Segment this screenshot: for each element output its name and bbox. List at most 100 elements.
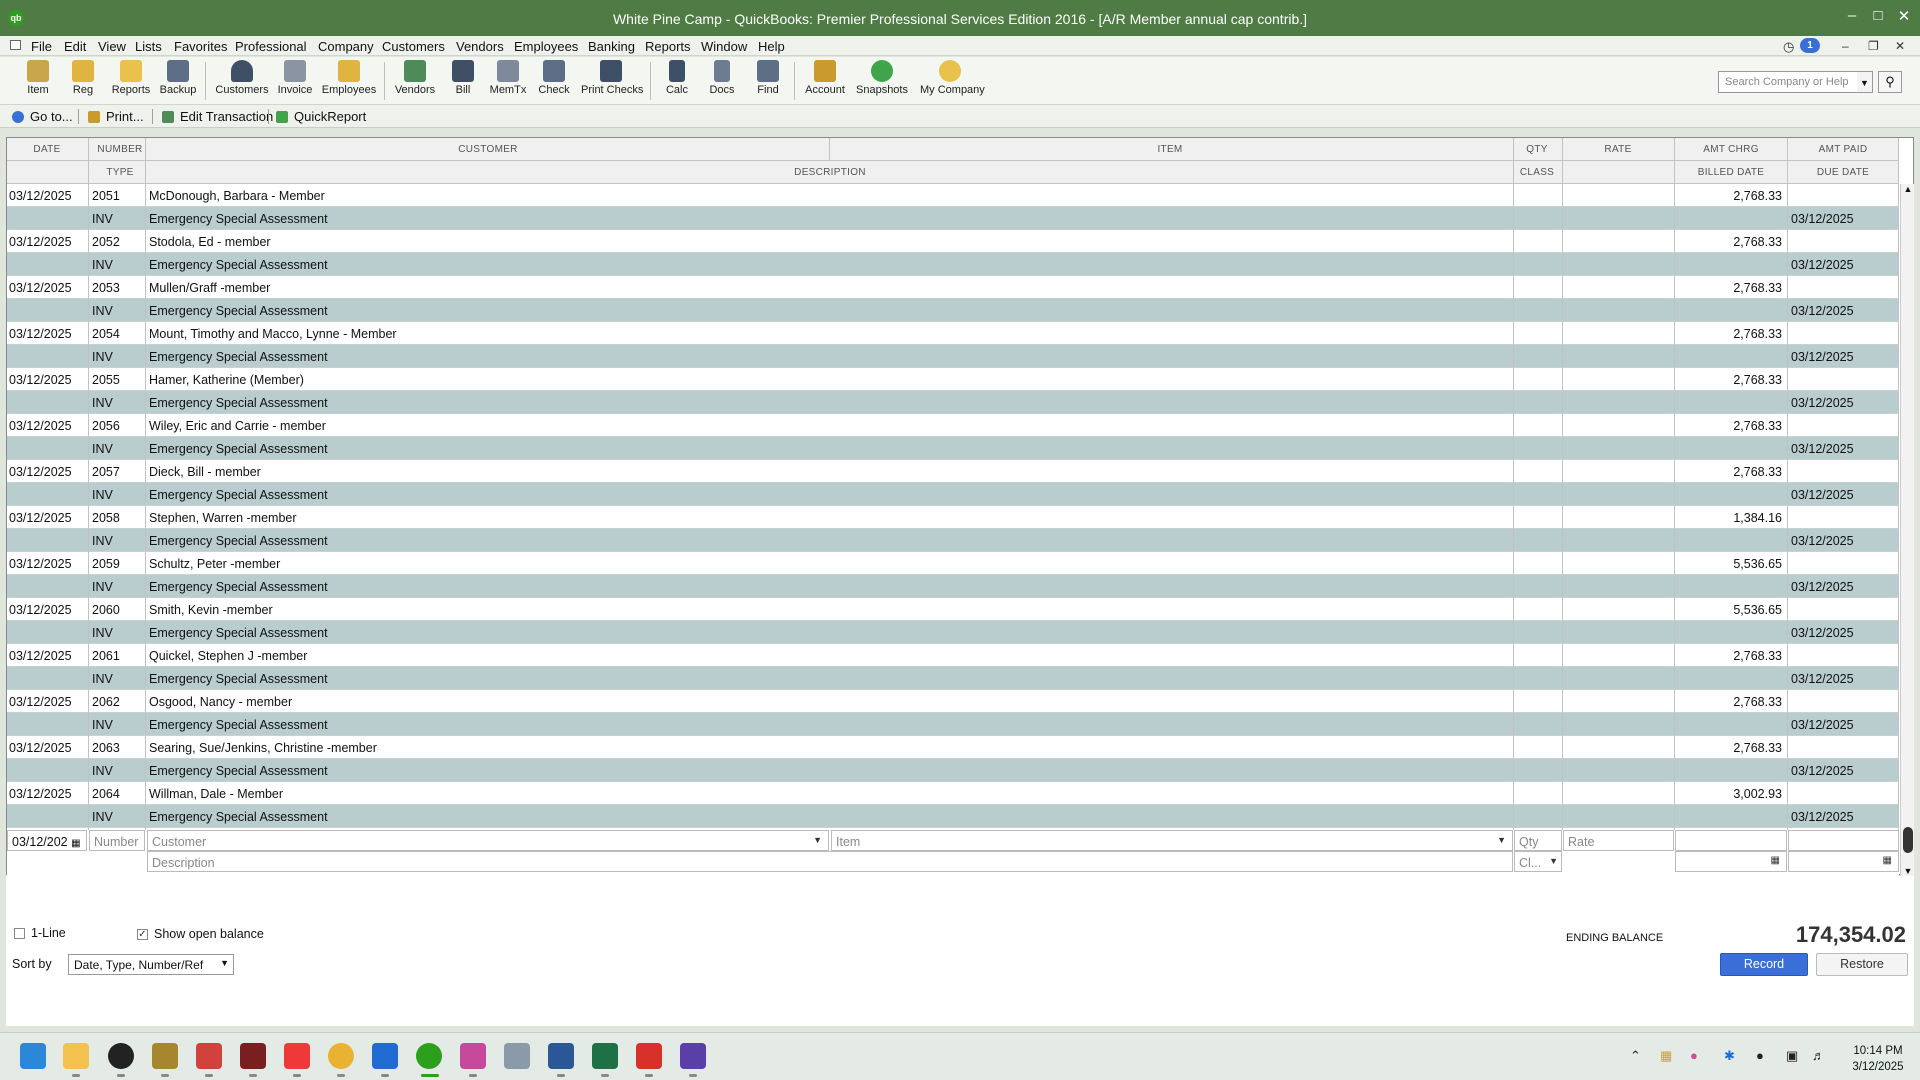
col-billed-date[interactable]: BILLED DATE: [1675, 167, 1787, 178]
table-row[interactable]: 03/12/2025 2057 Dieck, Bill - member 2,768.…: [7, 460, 1899, 483]
entry-qty-field[interactable]: Qty: [1514, 830, 1562, 851]
edit-transaction-button[interactable]: Edit Transaction: [162, 109, 273, 124]
col-amt-chrg[interactable]: AMT CHRG: [1675, 144, 1787, 155]
mdi-restore-icon[interactable]: ❐: [1868, 39, 1879, 53]
table-row[interactable]: INV Emergency Special Assessment 03/12/202…: [7, 483, 1899, 506]
chrome-icon[interactable]: [328, 1043, 354, 1069]
search-dropdown-icon[interactable]: ▼: [1857, 71, 1873, 93]
menu-vendors[interactable]: Vendors: [456, 39, 504, 54]
bluetooth-icon[interactable]: ✱: [1724, 1048, 1735, 1064]
app-icon[interactable]: [240, 1043, 266, 1069]
col-class[interactable]: CLASS: [1513, 167, 1561, 178]
col-description[interactable]: DESCRIPTION: [147, 167, 1513, 178]
document-menu-icon[interactable]: [10, 40, 21, 50]
acrobat-icon[interactable]: [636, 1043, 662, 1069]
table-row[interactable]: 03/12/2025 2059 Schultz, Peter -member 5,53…: [7, 552, 1899, 575]
chevron-down-icon[interactable]: ▼: [1549, 856, 1558, 866]
table-row[interactable]: INV Emergency Special Assessment 03/12/202…: [7, 575, 1899, 598]
table-row[interactable]: 03/12/2025 2056 Wiley, Eric and Carrie - m…: [7, 414, 1899, 437]
menu-professional[interactable]: Professional: [235, 39, 307, 54]
toolbar-check-button[interactable]: Check: [524, 60, 584, 96]
print-button[interactable]: Print...: [88, 109, 144, 124]
table-row[interactable]: INV Emergency Special Assessment 03/12/202…: [7, 391, 1899, 414]
menu-lists[interactable]: Lists: [135, 39, 162, 54]
maximize-icon[interactable]: □: [1866, 7, 1890, 24]
sort-by-select[interactable]: Date, Type, Number/Ref ▼: [68, 954, 234, 975]
table-row[interactable]: 03/12/2025 2062 Osgood, Nancy - member 2,76…: [7, 690, 1899, 713]
col-number[interactable]: NUMBER: [89, 144, 151, 155]
scroll-thumb[interactable]: [1903, 827, 1913, 853]
toolbar-account-button[interactable]: Account: [795, 60, 855, 96]
mdi-minimize-icon[interactable]: –: [1842, 39, 1849, 53]
col-type[interactable]: TYPE: [89, 167, 151, 178]
table-row[interactable]: INV Emergency Special Assessment 03/12/202…: [7, 621, 1899, 644]
one-line-checkbox[interactable]: [14, 928, 25, 939]
record-button[interactable]: Record: [1720, 953, 1808, 976]
table-row[interactable]: 03/12/2025 2055 Hamer, Katherine (Member) 2…: [7, 368, 1899, 391]
reminders-badge[interactable]: 1: [1800, 38, 1820, 53]
show-hidden-icons-icon[interactable]: ⌃: [1630, 1048, 1641, 1064]
mdi-close-icon[interactable]: ✕: [1895, 39, 1905, 53]
col-qty[interactable]: QTY: [1513, 144, 1561, 155]
calendar-icon[interactable]: ▦: [1771, 855, 1780, 866]
menu-favorites[interactable]: Favorites: [174, 39, 227, 54]
table-row[interactable]: INV Emergency Special Assessment 03/12/202…: [7, 253, 1899, 276]
entry-customer-field[interactable]: Customer ▼: [147, 830, 829, 851]
table-row[interactable]: INV Emergency Special Assessment 03/12/202…: [7, 667, 1899, 690]
system-clock[interactable]: 10:14 PM 3/12/2025: [1844, 1043, 1912, 1075]
table-row[interactable]: 03/12/2025 2058 Stephen, Warren -member 1,3…: [7, 506, 1899, 529]
app-icon[interactable]: [196, 1043, 222, 1069]
file-explorer-icon[interactable]: [63, 1043, 89, 1069]
restore-button[interactable]: Restore: [1816, 953, 1908, 976]
goto-button[interactable]: Go to...: [12, 109, 73, 124]
table-row[interactable]: INV Emergency Special Assessment 03/12/202…: [7, 805, 1899, 828]
table-row[interactable]: 03/12/2025 2063 Searing, Sue/Jenkins, Chri…: [7, 736, 1899, 759]
entry-amt-paid-field[interactable]: [1788, 830, 1899, 851]
table-row[interactable]: INV Emergency Special Assessment 03/12/202…: [7, 437, 1899, 460]
entry-rate-field[interactable]: Rate: [1563, 830, 1674, 851]
menu-banking[interactable]: Banking: [588, 39, 635, 54]
word-icon[interactable]: [548, 1043, 574, 1069]
search-button[interactable]: ⚲: [1878, 71, 1902, 93]
close-icon[interactable]: ✕: [1892, 7, 1916, 25]
register-scrollbar[interactable]: ▲ ▼: [1900, 184, 1914, 876]
table-row[interactable]: INV Emergency Special Assessment 03/12/202…: [7, 345, 1899, 368]
toolbar-backup-button[interactable]: Backup: [148, 60, 208, 96]
volume-icon[interactable]: ♬: [1812, 1048, 1825, 1063]
calendar-icon[interactable]: ▦: [1883, 855, 1892, 866]
col-item[interactable]: ITEM: [829, 144, 1511, 155]
minimize-icon[interactable]: –: [1840, 7, 1864, 24]
chevron-down-icon[interactable]: ▼: [1497, 835, 1506, 845]
menu-employees[interactable]: Employees: [514, 39, 578, 54]
toolbar-snapshots-button[interactable]: Snapshots: [852, 60, 912, 96]
vivaldi-icon[interactable]: [284, 1043, 310, 1069]
toolbar-find-button[interactable]: Find: [738, 60, 798, 96]
excel-icon[interactable]: [592, 1043, 618, 1069]
menu-customers[interactable]: Customers: [382, 39, 445, 54]
toolbar-invoice-button[interactable]: Invoice: [265, 60, 325, 96]
table-row[interactable]: 03/12/2025 2053 Mullen/Graff -member 2,768.…: [7, 276, 1899, 299]
entry-class-field[interactable]: Cl... ▼: [1514, 851, 1562, 872]
calendar-icon[interactable]: ▦: [71, 838, 80, 849]
entry-description-field[interactable]: Description: [147, 851, 1513, 872]
menu-edit[interactable]: Edit: [64, 39, 86, 54]
alarm-clock-icon[interactable]: ◷: [1783, 39, 1794, 55]
toolbar-print-checks-button[interactable]: Print Checks: [581, 60, 643, 96]
chevron-down-icon[interactable]: ▼: [813, 835, 822, 845]
entry-item-field[interactable]: Item ▼: [831, 830, 1513, 851]
table-row[interactable]: 03/12/2025 2060 Smith, Kevin -member 5,536.…: [7, 598, 1899, 621]
show-open-balance-checkbox[interactable]: ✓: [137, 929, 148, 940]
table-row[interactable]: 03/12/2025 2051 McDonough, Barbara - Membe…: [7, 184, 1899, 207]
search-input[interactable]: Search Company or Help: [1718, 71, 1873, 93]
tray-app-icon[interactable]: ●: [1690, 1048, 1698, 1063]
tray-app-icon[interactable]: ▦: [1660, 1048, 1672, 1064]
table-row[interactable]: 03/12/2025 2054 Mount, Timothy and Macco, …: [7, 322, 1899, 345]
app-icon[interactable]: [108, 1043, 134, 1069]
col-date[interactable]: DATE: [7, 144, 87, 155]
entry-number-field[interactable]: Number: [89, 830, 145, 851]
menu-view[interactable]: View: [98, 39, 126, 54]
network-icon[interactable]: ▣: [1786, 1048, 1798, 1064]
table-row[interactable]: INV Emergency Special Assessment 03/12/202…: [7, 299, 1899, 322]
col-customer[interactable]: CUSTOMER: [147, 144, 829, 155]
table-row[interactable]: INV Emergency Special Assessment 03/12/202…: [7, 713, 1899, 736]
